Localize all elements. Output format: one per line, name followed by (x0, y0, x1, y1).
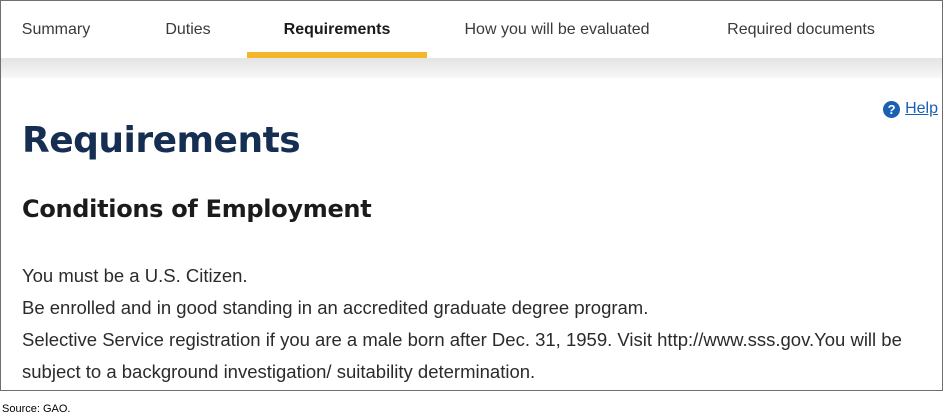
tab-bar-shadow (1, 58, 942, 78)
condition-enrollment: Be enrolled and in good standing in an a… (22, 297, 649, 318)
help-link[interactable]: ? Help (883, 100, 938, 118)
tab-summary[interactable]: Summary (6, 1, 106, 58)
condition-selective-service: Selective Service registration if you ar… (22, 329, 902, 382)
page-frame: Summary Duties Requirements How you will… (0, 0, 943, 391)
tab-bar: Summary Duties Requirements How you will… (1, 1, 942, 58)
tab-how-you-will-be-evaluated[interactable]: How you will be evaluated (441, 1, 673, 58)
source-note: Source: GAO. (2, 403, 71, 415)
tab-required-documents[interactable]: Required documents (701, 1, 901, 58)
section-title: Conditions of Employment (22, 195, 372, 223)
question-circle-icon: ? (883, 100, 901, 118)
tab-duties[interactable]: Duties (133, 1, 243, 58)
condition-citizenship: You must be a U.S. Citizen. (22, 265, 248, 286)
help-label: Help (905, 100, 938, 117)
tab-requirements[interactable]: Requirements (247, 1, 427, 58)
conditions-list: You must be a U.S. Citizen. Be enrolled … (22, 260, 932, 388)
page-title: Requirements (22, 120, 301, 161)
